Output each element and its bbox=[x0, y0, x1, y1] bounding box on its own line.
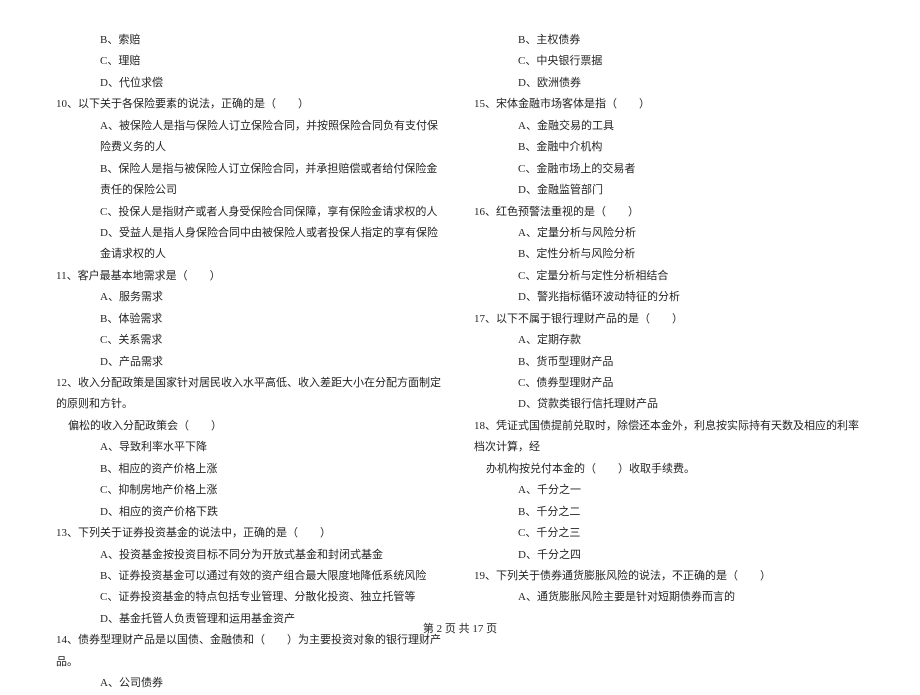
q18-opt-d: D、千分之四 bbox=[474, 545, 864, 566]
q15-opt-a: A、金融交易的工具 bbox=[474, 116, 864, 137]
q9-opt-b: B、索赔 bbox=[56, 30, 446, 51]
q12-opt-b: B、相应的资产价格上涨 bbox=[56, 459, 446, 480]
q10-opt-b: B、保险人是指与被保险人订立保险合同，并承担赔偿或者给付保险金责任的保险公司 bbox=[56, 159, 446, 202]
q11-opt-a: A、服务需求 bbox=[56, 287, 446, 308]
q14-opt-d: D、欧洲债券 bbox=[474, 73, 864, 94]
q16-opt-d: D、警兆指标循环波动特征的分析 bbox=[474, 287, 864, 308]
q18-opt-b: B、千分之二 bbox=[474, 502, 864, 523]
q12-opt-c: C、抑制房地产价格上涨 bbox=[56, 480, 446, 501]
q19-opt-a: A、通货膨胀风险主要是针对短期债券而言的 bbox=[474, 587, 864, 608]
left-column: B、索赔 C、理赔 D、代位求偿 10、以下关于各保险要素的说法，正确的是（ ）… bbox=[56, 30, 446, 695]
q18-opt-a: A、千分之一 bbox=[474, 480, 864, 501]
q15-opt-b: B、金融中介机构 bbox=[474, 137, 864, 158]
q12-stem-line1: 12、收入分配政策是国家针对居民收入水平高低、收入差距大小在分配方面制定的原则和… bbox=[56, 373, 446, 416]
q9-opt-d: D、代位求偿 bbox=[56, 73, 446, 94]
q12-stem-line2: 偏松的收入分配政策会（ ） bbox=[56, 416, 446, 437]
q15-opt-d: D、金融监管部门 bbox=[474, 180, 864, 201]
q16-opt-a: A、定量分析与风险分析 bbox=[474, 223, 864, 244]
q9-opt-c: C、理赔 bbox=[56, 51, 446, 72]
q16-opt-b: B、定性分析与风险分析 bbox=[474, 244, 864, 265]
page-columns: B、索赔 C、理赔 D、代位求偿 10、以下关于各保险要素的说法，正确的是（ ）… bbox=[56, 30, 864, 695]
q17-stem: 17、以下不属于银行理财产品的是（ ） bbox=[474, 309, 864, 330]
q11-opt-d: D、产品需求 bbox=[56, 352, 446, 373]
q10-opt-c: C、投保人是指财产或者人身受保险合同保障，享有保险金请求权的人 bbox=[56, 202, 446, 223]
q11-opt-c: C、关系需求 bbox=[56, 330, 446, 351]
q17-opt-b: B、货币型理财产品 bbox=[474, 352, 864, 373]
q13-stem: 13、下列关于证券投资基金的说法中，正确的是（ ） bbox=[56, 523, 446, 544]
q10-opt-d: D、受益人是指人身保险合同中由被保险人或者投保人指定的享有保险金请求权的人 bbox=[56, 223, 446, 266]
q13-opt-a: A、投资基金按投资目标不同分为开放式基金和封闭式基金 bbox=[56, 545, 446, 566]
q15-stem: 15、宋体金融市场客体是指（ ） bbox=[474, 94, 864, 115]
q17-opt-a: A、定期存款 bbox=[474, 330, 864, 351]
q11-opt-b: B、体验需求 bbox=[56, 309, 446, 330]
page-footer: 第 2 页 共 17 页 bbox=[0, 619, 920, 640]
q14-opt-c: C、中央银行票据 bbox=[474, 51, 864, 72]
q19-stem: 19、下列关于债券通货膨胀风险的说法，不正确的是（ ） bbox=[474, 566, 864, 587]
q14-opt-a: A、公司债券 bbox=[56, 673, 446, 694]
q15-opt-c: C、金融市场上的交易者 bbox=[474, 159, 864, 180]
q13-opt-c: C、证券投资基金的特点包括专业管理、分散化投资、独立托管等 bbox=[56, 587, 446, 608]
q12-opt-a: A、导致利率水平下降 bbox=[56, 437, 446, 458]
q10-opt-a: A、被保险人是指与保险人订立保险合同，并按照保险合同负有支付保险费义务的人 bbox=[56, 116, 446, 159]
q10-stem: 10、以下关于各保险要素的说法，正确的是（ ） bbox=[56, 94, 446, 115]
q17-opt-d: D、贷款类银行信托理财产品 bbox=[474, 394, 864, 415]
q18-opt-c: C、千分之三 bbox=[474, 523, 864, 544]
q16-stem: 16、红色预警法重视的是（ ） bbox=[474, 202, 864, 223]
q14-opt-b: B、主权债券 bbox=[474, 30, 864, 51]
q11-stem: 11、客户最基本地需求是（ ） bbox=[56, 266, 446, 287]
q17-opt-c: C、债券型理财产品 bbox=[474, 373, 864, 394]
q18-stem-line1: 18、凭证式国债提前兑取时，除偿还本金外，利息按实际持有天数及相应的利率档次计算… bbox=[474, 416, 864, 459]
q12-opt-d: D、相应的资产价格下跌 bbox=[56, 502, 446, 523]
right-column: B、主权债券 C、中央银行票据 D、欧洲债券 15、宋体金融市场客体是指（ ） … bbox=[474, 30, 864, 695]
q16-opt-c: C、定量分析与定性分析相结合 bbox=[474, 266, 864, 287]
q13-opt-b: B、证券投资基金可以通过有效的资产组合最大限度地降低系统风险 bbox=[56, 566, 446, 587]
q18-stem-line2: 办机构按兑付本金的（ ）收取手续费。 bbox=[474, 459, 864, 480]
